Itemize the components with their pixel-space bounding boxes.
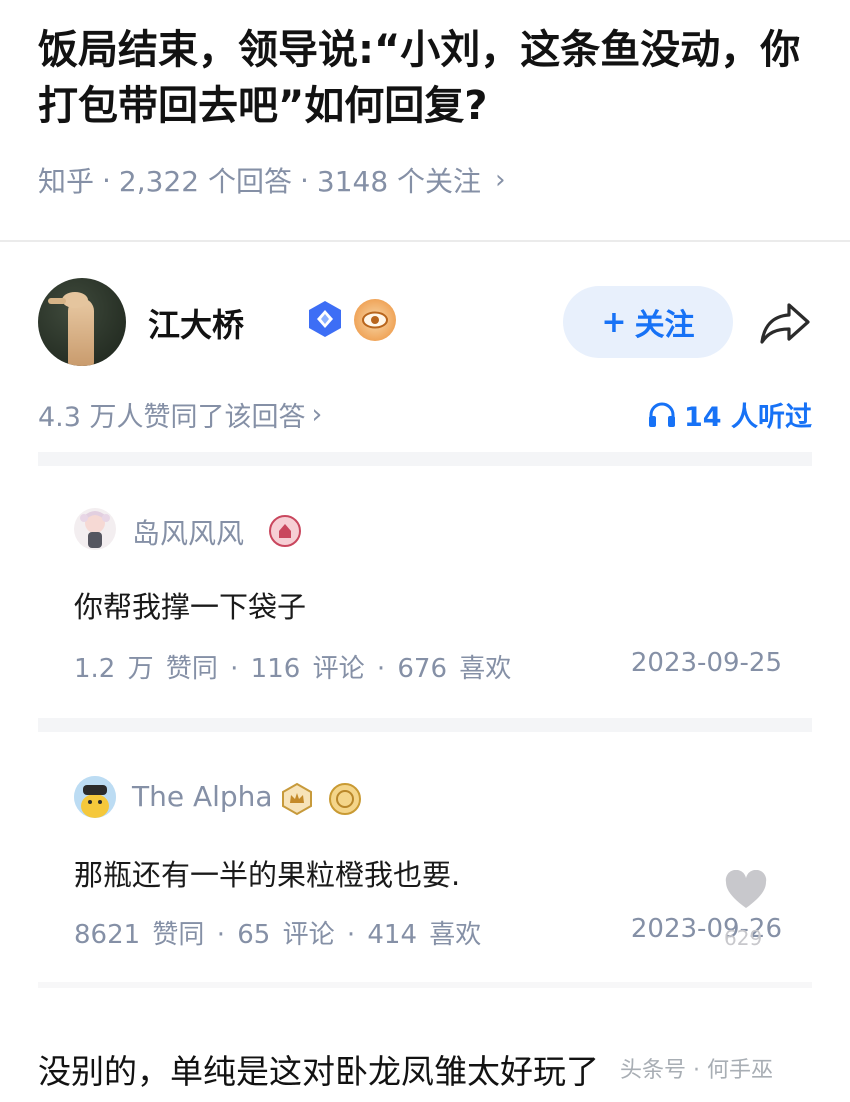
question-title[interactable]: 饭局结束，领导说:“小刘，这条鱼没动，你打包带回去吧”如何回复? (38, 22, 828, 134)
plus-icon: + (601, 304, 627, 340)
verified-badge-icon (309, 301, 341, 337)
author-row: 江大桥 + 关注 (38, 278, 818, 370)
listened-count[interactable]: 14 人听过 (648, 395, 812, 434)
eye-badge-icon (354, 299, 396, 341)
comment-date: 2023-09-25 (630, 648, 782, 678)
meta-separator: · (299, 163, 309, 197)
comment-card[interactable]: The Alpha 那瓶还有一半的果粒橙我也要. 8621 赞同 · 65 评论… (38, 732, 812, 982)
card-separator (38, 982, 812, 988)
headphone-icon (649, 402, 676, 427)
comment-text: 那瓶还有一半的果粒橙我也要. (74, 858, 461, 892)
avatar-duck-body (68, 298, 94, 366)
source-label: 知乎 (38, 165, 95, 198)
level-badge-icon (269, 515, 301, 547)
heart-icon[interactable] (724, 870, 768, 910)
answer-body-text: 没别的，单纯是这对卧龙凤雏太好玩了 (38, 1052, 599, 1091)
comment-author-name[interactable]: The Alpha (132, 780, 273, 813)
heart-count: 629 (724, 926, 763, 950)
upvote-text: 4.3 万人赞同了该回答 (38, 402, 306, 433)
meta-separator: · (102, 163, 111, 197)
crown-badge-icon (282, 782, 312, 816)
answer-count: 2,322 个回答 (118, 165, 292, 198)
coin-badge-icon (329, 783, 361, 815)
watermark: 头条号 · 何手巫 (620, 1058, 773, 1083)
follow-button[interactable]: + 关注 (563, 286, 733, 358)
upvote-summary[interactable]: 4.3 万人赞同了该回答 › (38, 395, 322, 434)
card-separator (38, 718, 812, 732)
comment-author-name[interactable]: 岛风风风 (132, 512, 244, 552)
avatar-duck-beak (48, 298, 66, 304)
follow-count: 3148 个关注 (316, 165, 482, 198)
comment-stats: 8621 赞同 · 65 评论 · 414 喜欢 (74, 920, 482, 950)
chevron-right-icon: › (311, 399, 323, 430)
avatar[interactable] (38, 278, 126, 366)
comment-avatar[interactable] (74, 776, 116, 818)
chevron-right-icon: › (495, 165, 506, 195)
comment-avatar[interactable] (74, 508, 116, 550)
share-icon[interactable] (758, 300, 812, 346)
question-meta[interactable]: 知乎 · 2,322 个回答 · 3148 个关注 › (38, 160, 505, 200)
listened-text: 14 人听过 (684, 402, 812, 433)
comment-stats: 1.2 万 赞同 · 116 评论 · 676 喜欢 (74, 654, 512, 684)
comment-text: 你帮我撑一下袋子 (74, 590, 307, 624)
follow-label: 关注 (634, 308, 695, 343)
divider (0, 240, 850, 242)
author-name[interactable]: 江大桥 (148, 300, 244, 346)
card-separator (38, 452, 812, 466)
comment-card[interactable]: 岛风风风 你帮我撑一下袋子 1.2 万 赞同 · 116 评论 · 676 喜欢… (38, 466, 812, 718)
